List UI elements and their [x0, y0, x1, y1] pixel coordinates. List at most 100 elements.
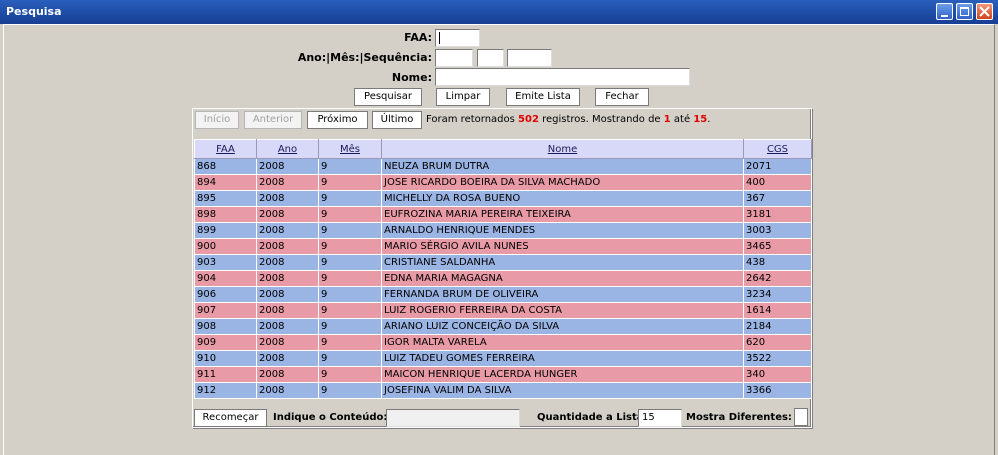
- limpar-button[interactable]: Limpar: [436, 88, 490, 106]
- cell-ano: 2008: [256, 238, 319, 255]
- table-row[interactable]: 868 2008 9 NEUZA BRUM DUTRA 2071: [194, 158, 812, 175]
- cell-cgs: 3234: [743, 286, 812, 303]
- cell-nome: MARIO SÉRGIO AVILA NUNES: [381, 238, 744, 255]
- minimize-button[interactable]: [936, 3, 953, 20]
- cell-ano: 2008: [256, 366, 319, 383]
- cell-ano: 2008: [256, 302, 319, 319]
- table-row[interactable]: 911 2008 9 MAICON HENRIQUE LACERDA HUNGER 34…: [194, 366, 812, 383]
- mostra-diferentes-checkbox[interactable]: [794, 408, 808, 426]
- faa-input[interactable]: [435, 29, 480, 47]
- mes-input[interactable]: [477, 49, 504, 67]
- cell-nome: MICHELLY DA ROSA BUENO: [381, 190, 744, 207]
- cell-nome: ARNALDO HENRIQUE MENDES: [381, 222, 744, 239]
- cell-mes: 9: [318, 158, 382, 175]
- table-row[interactable]: 899 2008 9 ARNALDO HENRIQUE MENDES 3003: [194, 222, 812, 239]
- cell-mes: 9: [318, 382, 382, 399]
- quantidade-listar-input[interactable]: 15: [638, 409, 682, 427]
- indique-conteudo-input[interactable]: [386, 409, 520, 427]
- cell-ano: 2008: [256, 350, 319, 367]
- cell-cgs: 620: [743, 334, 812, 351]
- emite-lista-button[interactable]: Emite Lista: [506, 88, 580, 106]
- cell-cgs: 3366: [743, 382, 812, 399]
- status-end: .: [707, 114, 711, 125]
- cell-mes: 9: [318, 238, 382, 255]
- nome-input[interactable]: [435, 68, 690, 86]
- cell-faa: 910: [194, 350, 257, 367]
- results-panel: Início Anterior Próximo Último Foram ret…: [192, 108, 812, 428]
- nome-label: Nome:: [391, 71, 432, 84]
- column-header-mes[interactable]: Mês: [318, 139, 382, 159]
- cell-cgs: 400: [743, 174, 812, 191]
- recomecar-button[interactable]: Recomeçar: [194, 409, 267, 427]
- range-to: 15: [693, 114, 708, 125]
- total-count: 502: [518, 114, 539, 125]
- table-row[interactable]: 904 2008 9 EDNA MARIA MAGAGNA 2642: [194, 270, 812, 287]
- cell-mes: 9: [318, 254, 382, 271]
- cell-cgs: 2071: [743, 158, 812, 175]
- cell-mes: 9: [318, 222, 382, 239]
- cell-cgs: 3522: [743, 350, 812, 367]
- fechar-button[interactable]: Fechar: [595, 88, 649, 106]
- ano-input[interactable]: [435, 49, 473, 67]
- cell-faa: 899: [194, 222, 257, 239]
- column-header-nome[interactable]: Nome: [381, 139, 744, 159]
- table-row[interactable]: 910 2008 9 LUIZ TADEU GOMES FERREIRA 3522: [194, 350, 812, 367]
- table-row[interactable]: 907 2008 9 LUIZ ROGERIO FERREIRA DA COSTA 16…: [194, 302, 812, 319]
- cell-ano: 2008: [256, 254, 319, 271]
- cell-faa: 912: [194, 382, 257, 399]
- proximo-button[interactable]: Próximo: [307, 111, 368, 129]
- cell-faa: 903: [194, 254, 257, 271]
- cell-ano: 2008: [256, 270, 319, 287]
- cell-mes: 9: [318, 174, 382, 191]
- cell-mes: 9: [318, 350, 382, 367]
- table-header-row: FAA Ano Mês Nome CGS: [194, 139, 812, 159]
- table-row[interactable]: 909 2008 9 IGOR MALTA VARELA 620: [194, 334, 812, 351]
- table-row[interactable]: 906 2008 9 FERNANDA BRUM DE OLIVEIRA 3234: [194, 286, 812, 303]
- filter-bar: Recomeçar Indique o Conteúdo: Quantidade…: [193, 408, 811, 428]
- column-header-faa[interactable]: FAA: [194, 139, 257, 159]
- cell-ano: 2008: [256, 158, 319, 175]
- status-mid: registros. Mostrando de: [542, 114, 661, 125]
- ultimo-button[interactable]: Último: [372, 111, 422, 129]
- column-header-cgs[interactable]: CGS: [743, 139, 812, 159]
- window-title: Pesquisa: [6, 5, 62, 18]
- table-row[interactable]: 898 2008 9 EUFROZINA MARIA PEREIRA TEIXEIRA…: [194, 206, 812, 223]
- table-row[interactable]: 895 2008 9 MICHELLY DA ROSA BUENO 367: [194, 190, 812, 207]
- cell-cgs: 1614: [743, 302, 812, 319]
- inicio-button[interactable]: Início: [195, 111, 239, 129]
- column-header-ano[interactable]: Ano: [256, 139, 319, 159]
- minimize-icon: [941, 15, 948, 17]
- cell-mes: 9: [318, 334, 382, 351]
- cell-nome: LUIZ ROGERIO FERREIRA DA COSTA: [381, 302, 744, 319]
- table-row[interactable]: 903 2008 9 CRISTIANE SALDANHA 438: [194, 254, 812, 271]
- table-row[interactable]: 912 2008 9 JOSEFINA VALIM DA SILVA 3366: [194, 382, 812, 399]
- cell-mes: 9: [318, 286, 382, 303]
- cell-cgs: 2642: [743, 270, 812, 287]
- pesquisar-button[interactable]: Pesquisar: [354, 88, 422, 106]
- cell-nome: JOSEFINA VALIM DA SILVA: [381, 382, 744, 399]
- cell-nome: NEUZA BRUM DUTRA: [381, 158, 744, 175]
- status-prefix: Foram retornados: [426, 114, 515, 125]
- sequencia-input[interactable]: [507, 49, 552, 67]
- cell-mes: 9: [318, 366, 382, 383]
- close-icon: [979, 6, 990, 17]
- cell-cgs: 2184: [743, 318, 812, 335]
- cell-nome: LUIZ TADEU GOMES FERREIRA: [381, 350, 744, 367]
- title-bar[interactable]: Pesquisa: [0, 0, 998, 24]
- table-row[interactable]: 894 2008 9 JOSE RICARDO BOEIRA DA SILVA MAC…: [194, 174, 812, 191]
- maximize-button[interactable]: [956, 3, 973, 20]
- close-button[interactable]: [976, 3, 993, 20]
- cell-nome: CRISTIANE SALDANHA: [381, 254, 744, 271]
- mostra-diferentes-label: Mostra Diferentes:: [686, 412, 792, 423]
- status-ate: até: [673, 114, 691, 125]
- cell-mes: 9: [318, 270, 382, 287]
- text-caret: [439, 32, 440, 44]
- cell-nome: EUFROZINA MARIA PEREIRA TEIXEIRA: [381, 206, 744, 223]
- window-content: FAA: Ano:|Mês:|Sequência: Nome: Pesquisa…: [3, 24, 995, 455]
- cell-cgs: 438: [743, 254, 812, 271]
- results-grid: FAA Ano Mês Nome CGS 868 2008 9 NEUZA BRUM …: [194, 139, 812, 399]
- anterior-button[interactable]: Anterior: [244, 111, 302, 129]
- cell-faa: 904: [194, 270, 257, 287]
- table-row[interactable]: 908 2008 9 ARIANO LUIZ CONCEIÇÃO DA SILVA 21…: [194, 318, 812, 335]
- table-row[interactable]: 900 2008 9 MARIO SÉRGIO AVILA NUNES 3465: [194, 238, 812, 255]
